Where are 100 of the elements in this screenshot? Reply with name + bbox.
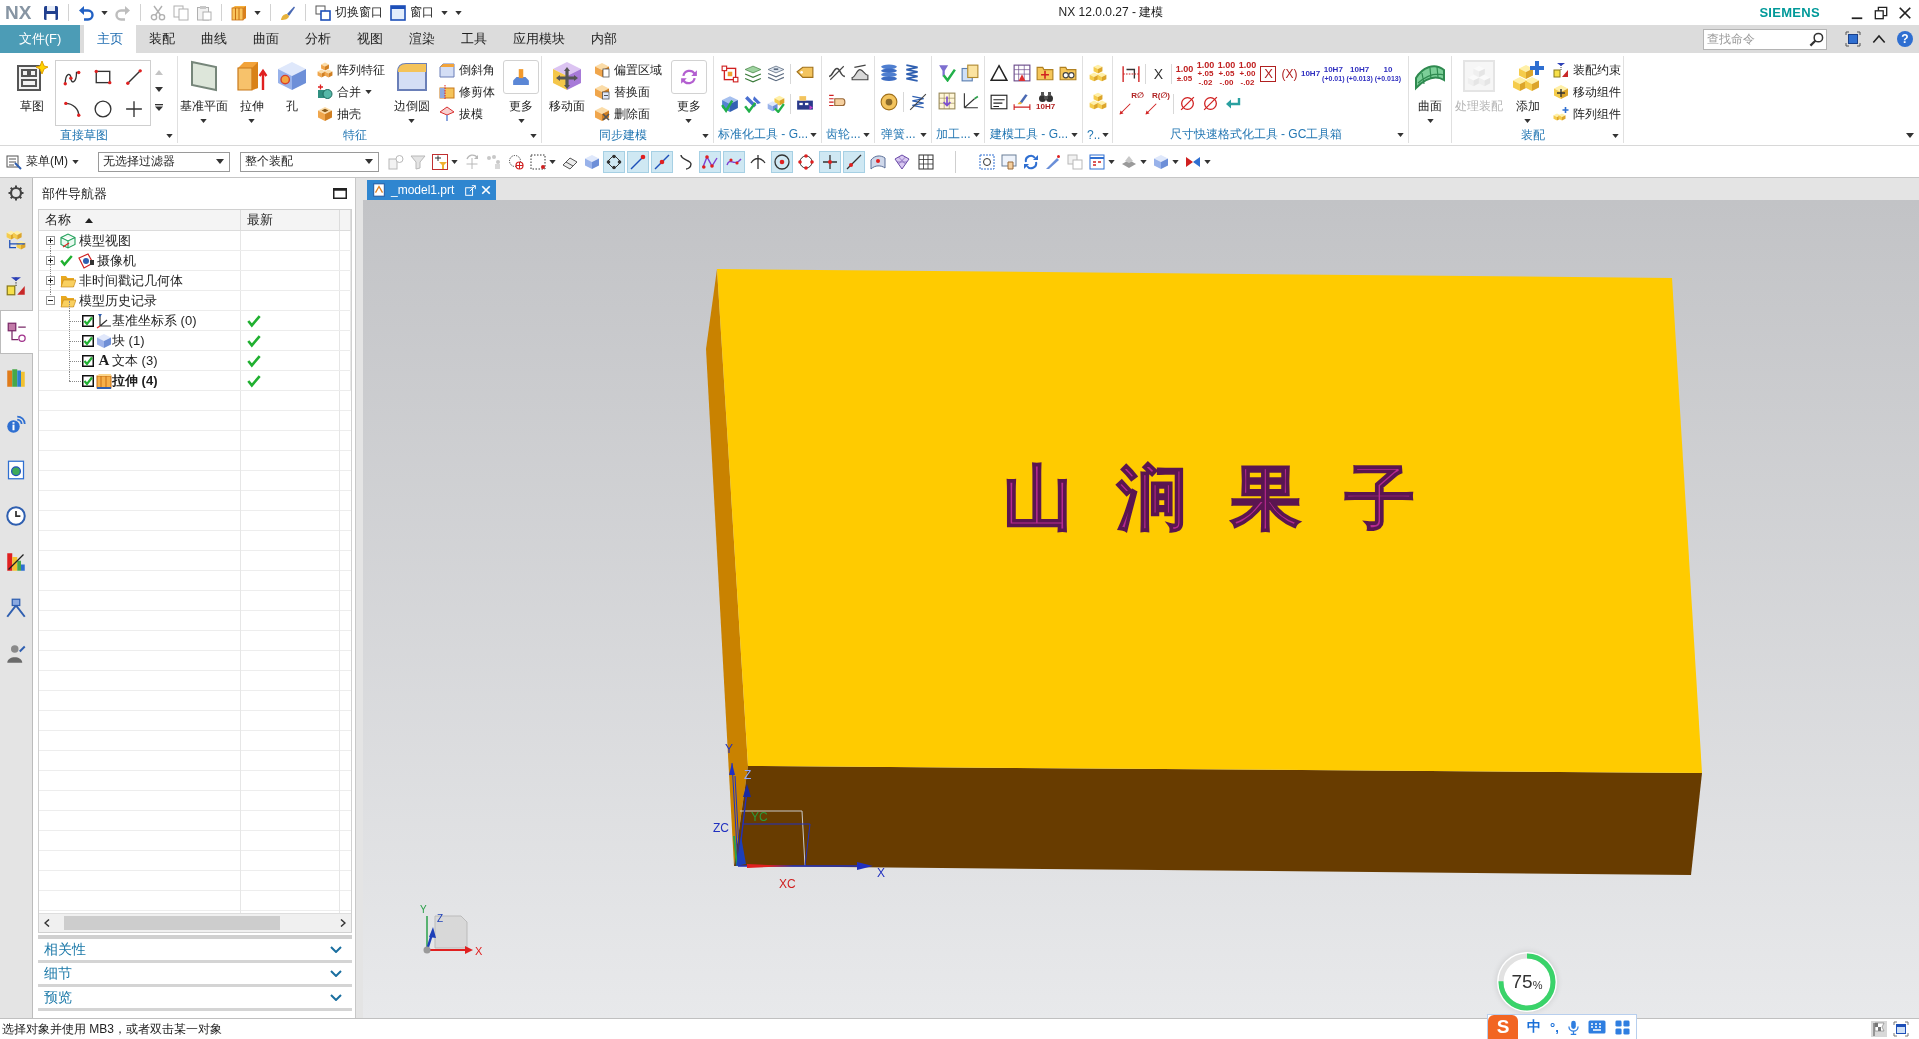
tree-item[interactable]: 基准坐标系 (0) [112,311,197,330]
ribbon-button[interactable]: 倒斜角 [436,59,497,81]
tree-item[interactable]: 模型历史记录 [79,291,157,310]
dimension-icon[interactable] [1121,65,1140,83]
expand-more-icon[interactable] [155,104,163,111]
ribbon-button[interactable]: 拉伸 [234,58,270,127]
column-header[interactable]: 最新 [247,211,273,229]
more-button[interactable]: 更多 [668,58,709,127]
ribbon-tab[interactable]: 内部 [578,25,630,53]
tolerance-button[interactable]: 1.00 +.05 -.02 [1194,61,1216,87]
fit-button[interactable]: 10H7 [1299,61,1322,87]
menu-button[interactable]: 菜单(M) [6,153,79,170]
wave-surface-icon[interactable] [850,64,869,82]
search-icon[interactable] [1809,31,1824,47]
caret-icon[interactable] [1204,159,1211,164]
zoom-frame-icon[interactable] [979,153,995,170]
caret-icon[interactable] [810,132,817,137]
ribbon-tab[interactable]: 曲线 [188,25,240,53]
caret-icon[interactable] [101,10,109,15]
clipboard-icon[interactable] [196,4,213,21]
stacked-sheets-icon[interactable] [767,65,785,83]
gear-icon[interactable] [8,185,24,201]
tree-item[interactable]: 块 (1) [112,331,145,350]
tolerance-button[interactable]: 1.00 +.05 -.00 [1215,61,1237,87]
radius-button[interactable]: R∅ [1118,92,1144,115]
cube-check-icon[interactable] [721,95,739,113]
resource-tab[interactable] [0,310,33,354]
caret-icon[interactable] [155,87,163,92]
snap-toggle[interactable] [603,150,625,173]
search-field[interactable]: 查找命令 [1703,28,1827,50]
snap-toggle[interactable] [651,150,673,173]
curve-icon[interactable] [62,68,81,86]
tree-item[interactable]: 摄像机 [97,251,136,270]
ribbon-tab[interactable]: 工具 [448,25,500,53]
help-button[interactable]: ? [1897,31,1913,47]
filter-dropdown[interactable]: 整个装配 [240,151,379,172]
caret-icon[interactable] [973,132,980,137]
caret-icon[interactable] [530,133,537,138]
snap-toggle[interactable] [699,150,721,173]
restore-icon[interactable] [1874,5,1888,20]
tree-item[interactable]: 非时间戳记几何体 [79,271,183,290]
snap-toggle[interactable] [819,150,841,173]
caret-icon[interactable] [863,132,870,137]
plus-icon[interactable] [125,100,144,118]
text-box-icon[interactable] [990,92,1008,111]
ribbon-button[interactable]: 曲面 [1412,58,1448,127]
snap-toggle[interactable] [723,150,745,173]
folder-circles-icon[interactable] [1059,64,1077,82]
ribbon-tab[interactable]: 主页 [84,25,136,53]
caret-icon[interactable] [1108,159,1115,164]
crossed-spring-icon[interactable] [908,93,927,111]
dotted-circle-icon[interactable] [508,153,524,170]
checkbox[interactable] [82,314,94,327]
rotate-icon[interactable] [1023,153,1039,170]
ribbon-button[interactable]: 阵列组件 [1550,103,1623,125]
triangle-icon[interactable] [990,64,1008,82]
circuit-board-icon[interactable] [796,95,814,113]
funnel-check-icon[interactable] [937,64,956,82]
diameter-icon[interactable] [1201,95,1219,112]
radius-button[interactable]: R(∅) [1144,92,1170,115]
detach-icon[interactable] [465,184,476,196]
ribbon-button[interactable]: 拔模 [436,103,497,125]
toolbar-button[interactable]: 10H7 [1036,92,1056,111]
wave-curve-icon[interactable] [827,64,846,82]
snap-toggle[interactable] [771,150,793,173]
horizontal-scrollbar[interactable] [39,913,351,932]
scroll-right-icon[interactable] [340,919,346,927]
ribbon-tab[interactable]: 渲染 [396,25,448,53]
format-button[interactable]: (X) [1278,61,1300,87]
ribbon-button[interactable]: 装配约束 [1550,59,1623,81]
format-button[interactable]: X [1147,61,1169,87]
tools-check-icon[interactable] [744,95,762,113]
maximize-icon[interactable] [333,188,347,199]
folder-plus-icon[interactable] [1036,64,1054,82]
ribbon-button[interactable]: 基准平面 [178,58,230,127]
fit-screen-icon[interactable] [1893,1021,1909,1037]
ribbon-tab[interactable]: 分析 [292,25,344,53]
scroll-left-icon[interactable] [44,919,50,927]
toolbar-button[interactable]: 切换窗口 [315,4,384,21]
table-icon[interactable] [1013,64,1031,82]
ribbon-tab[interactable]: 视图 [344,25,396,53]
more-button[interactable]: 更多 [501,58,541,127]
caret-icon[interactable] [1906,133,1914,138]
checkered-flag-icon[interactable] [1871,1021,1887,1037]
pencil-icon[interactable] [1045,153,1061,170]
dashed-rectangle-icon[interactable] [530,153,546,170]
ribbon-button[interactable]: 偏置区域 [591,59,664,81]
section-header[interactable]: 相关性 [38,939,352,963]
section-header[interactable]: 细节 [38,963,352,987]
tree-item[interactable]: 模型视图 [79,231,131,250]
ribbon-button[interactable]: 阵列特征 [315,59,388,81]
snap-toggle[interactable] [843,150,865,173]
ribbon-button[interactable]: 孔 [274,58,311,127]
ribbon-tab[interactable]: 装配 [136,25,188,53]
checkbox[interactable] [82,354,94,367]
selection-filter-icon[interactable] [432,153,448,170]
caret-icon[interactable] [1172,159,1179,164]
caret-icon[interactable] [1612,133,1619,138]
microphone-icon[interactable] [1567,1019,1579,1035]
caret-icon[interactable] [549,159,556,164]
